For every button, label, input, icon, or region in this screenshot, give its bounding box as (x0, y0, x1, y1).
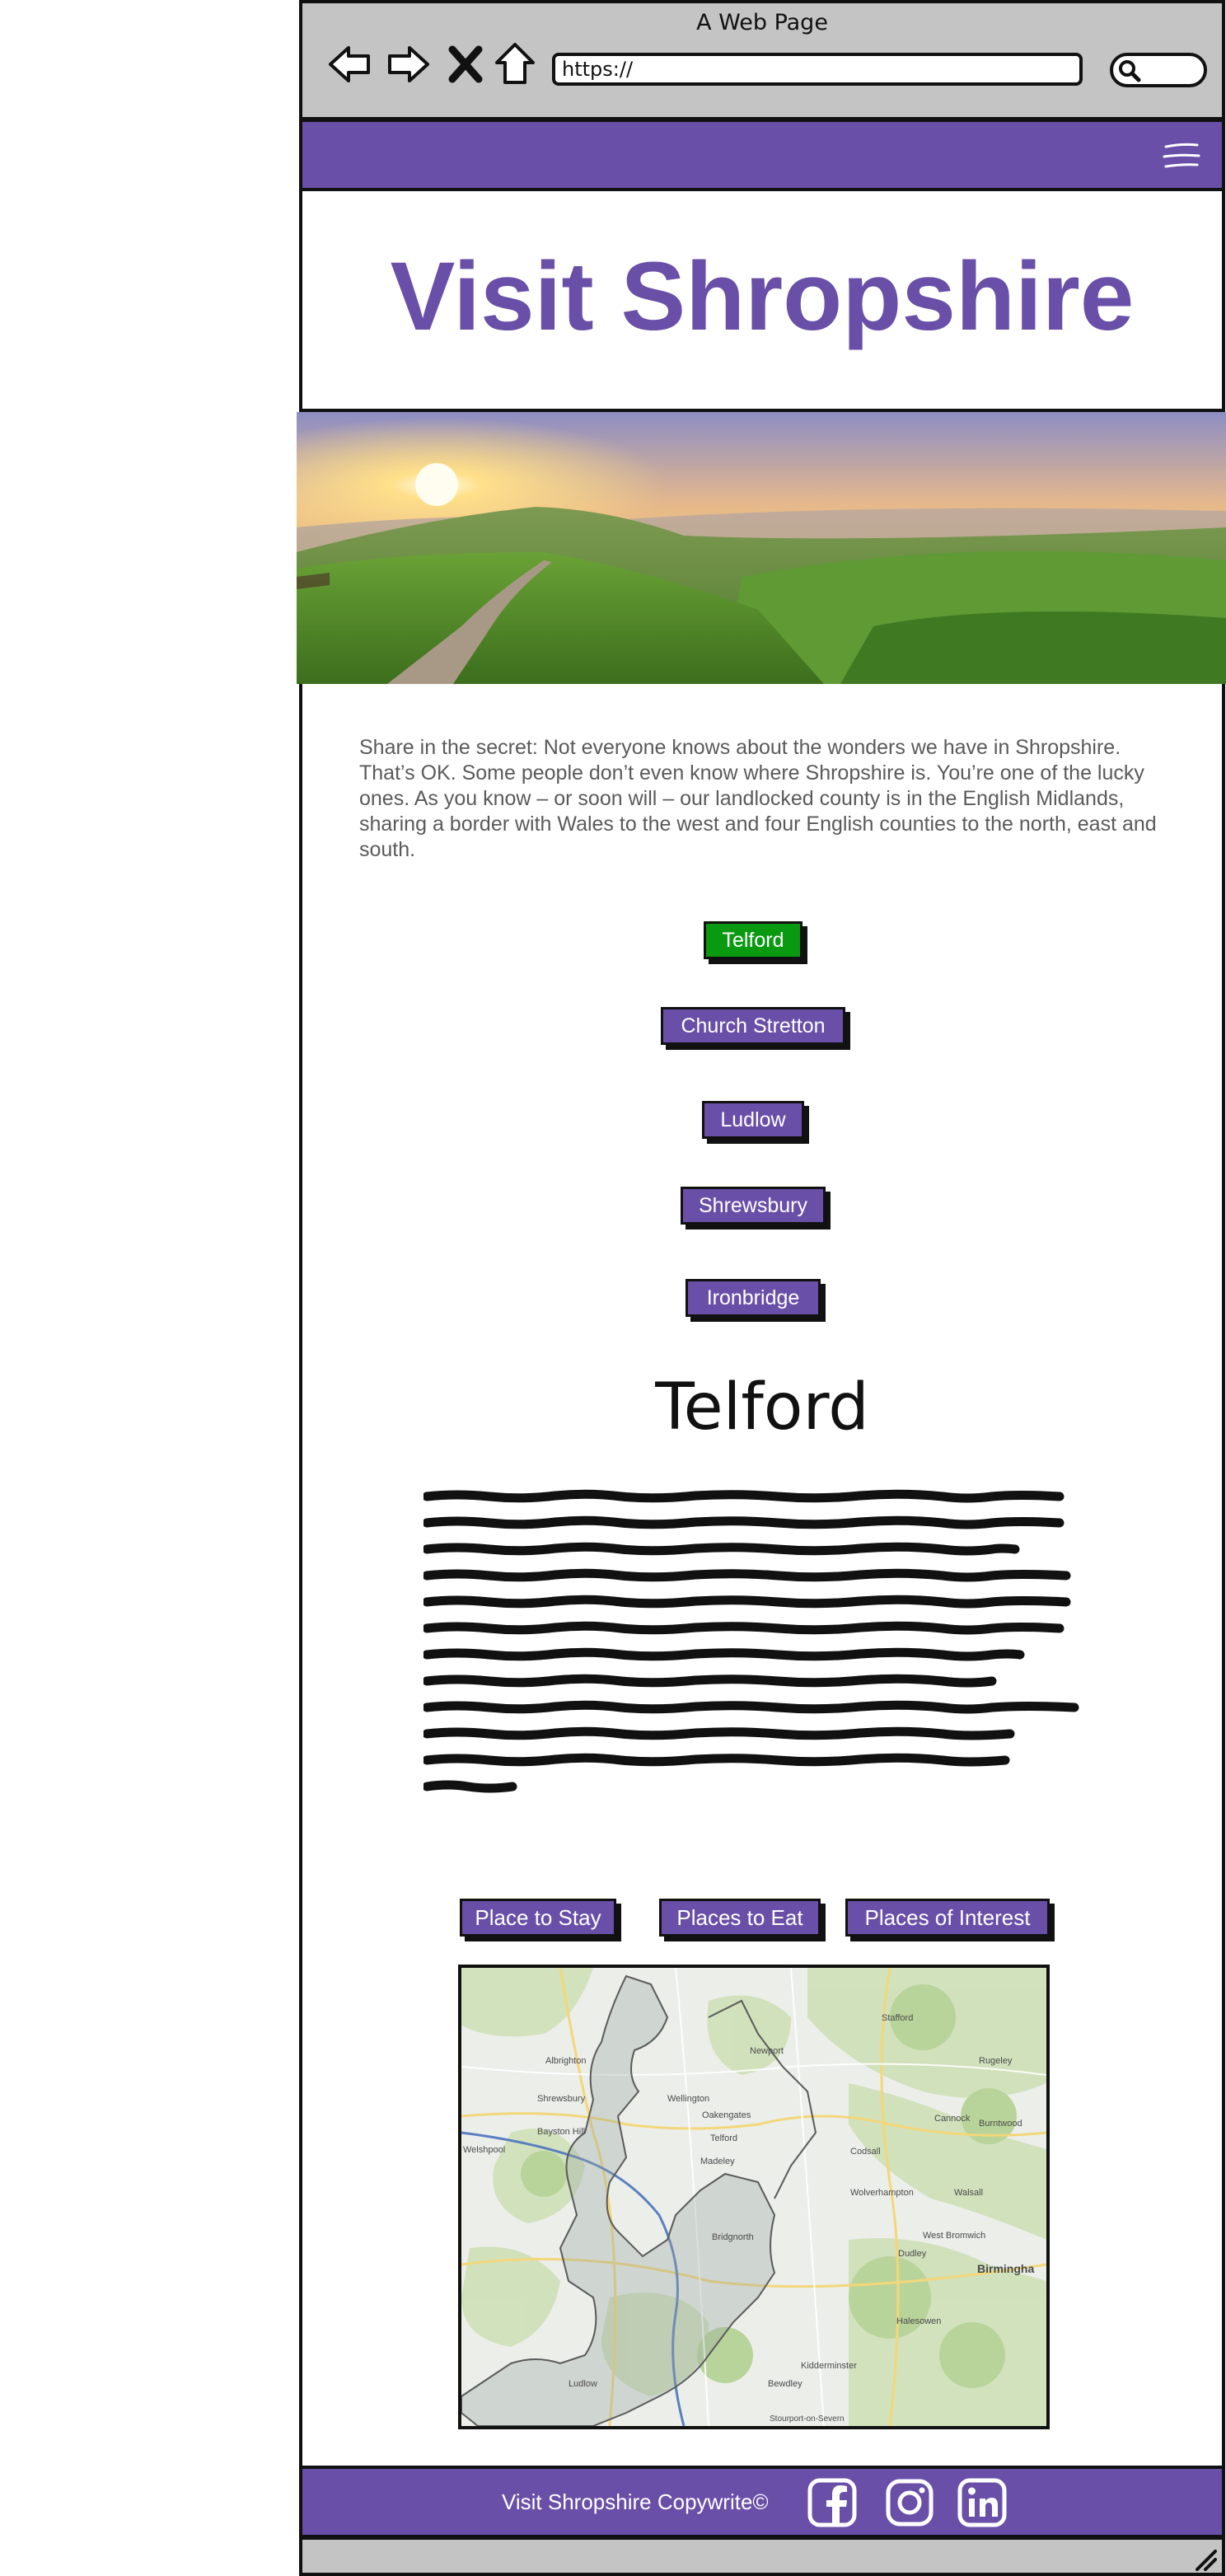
map-label: Madeley (700, 2157, 735, 2166)
url-bar[interactable]: https:// (552, 53, 1083, 86)
map-label: Welshpool (463, 2145, 505, 2155)
home-icon[interactable] (490, 40, 540, 89)
map-label: Telford (710, 2133, 737, 2143)
map-label: Wellington (667, 2094, 709, 2104)
footer: Visit Shropshire Copywrite© (299, 2466, 1225, 2538)
browser-toolbar: A Web Page https:// (299, 0, 1225, 120)
top-navigation-bar (299, 119, 1225, 191)
map-label: Kidderminster (801, 2361, 857, 2371)
map-label: Wolverhampton (850, 2188, 914, 2198)
linkedin-icon[interactable] (957, 2477, 1008, 2528)
town-heading: Telford (655, 1370, 869, 1445)
place-to-stay-button[interactable]: Place to Stay (460, 1899, 616, 1937)
instagram-icon[interactable] (884, 2477, 935, 2528)
placeholder-text-block (423, 1489, 1079, 1793)
facebook-icon[interactable] (807, 2477, 858, 2528)
map-label: Codsall (850, 2147, 881, 2157)
map-label: Ludlow (569, 2379, 597, 2389)
search-input[interactable] (1110, 53, 1207, 87)
map-label: Cannock (934, 2114, 971, 2124)
places-to-eat-button[interactable]: Places to Eat (659, 1899, 821, 1937)
map-label: Bridgnorth (712, 2232, 754, 2242)
intro-paragraph: Share in the secret: Not everyone knows … (359, 736, 1157, 861)
hamburger-menu-icon[interactable] (1163, 140, 1200, 173)
map-label: Stafford (882, 2013, 913, 2023)
map-label: Newport (750, 2046, 784, 2056)
county-map[interactable]: Stafford Newport Wellington Telford Shre… (458, 1965, 1050, 2429)
map-label: Dudley (898, 2249, 927, 2259)
resize-handle-icon[interactable] (1192, 2546, 1217, 2571)
close-icon[interactable] (441, 40, 490, 89)
site-title: Visit Shropshire (390, 242, 1135, 351)
map-label: Bayston Hill (537, 2127, 585, 2137)
map-label: Stourport-on-Severn (770, 2414, 845, 2424)
map-label: Halesowen (896, 2316, 941, 2326)
places-of-interest-button[interactable]: Places of Interest (845, 1899, 1050, 1937)
town-button-shrewsbury[interactable]: Shrewsbury (681, 1187, 826, 1225)
map-label: Walsall (954, 2188, 983, 2198)
hero-landscape-image (297, 412, 1226, 684)
back-arrow-icon[interactable] (325, 40, 375, 89)
footer-copyright: Visit Shropshire Copywrite© (502, 2489, 769, 2514)
map-label: Rugeley (979, 2056, 1013, 2066)
town-button-ironbridge[interactable]: Ironbridge (686, 1279, 821, 1317)
town-button-telford[interactable]: Telford (704, 921, 803, 959)
forward-arrow-icon[interactable] (383, 40, 433, 89)
window-title: A Web Page (696, 10, 828, 35)
search-icon (1119, 60, 1141, 82)
map-label: Albrighton (545, 2056, 587, 2066)
map-label: Bewdley (768, 2379, 803, 2389)
map-label: West Bromwich (923, 2231, 985, 2241)
status-bar (299, 2536, 1225, 2576)
map-label: Oakengates (702, 2110, 751, 2120)
town-button-ludlow[interactable]: Ludlow (702, 1101, 804, 1139)
map-image: Stafford Newport Wellington Telford Shre… (461, 1968, 1046, 2426)
map-label: Birmingha (977, 2262, 1034, 2275)
map-label: Shrewsbury (537, 2094, 586, 2104)
map-label: Burntwood (979, 2119, 1022, 2129)
town-button-church-stretton[interactable]: Church Stretton (661, 1007, 845, 1045)
